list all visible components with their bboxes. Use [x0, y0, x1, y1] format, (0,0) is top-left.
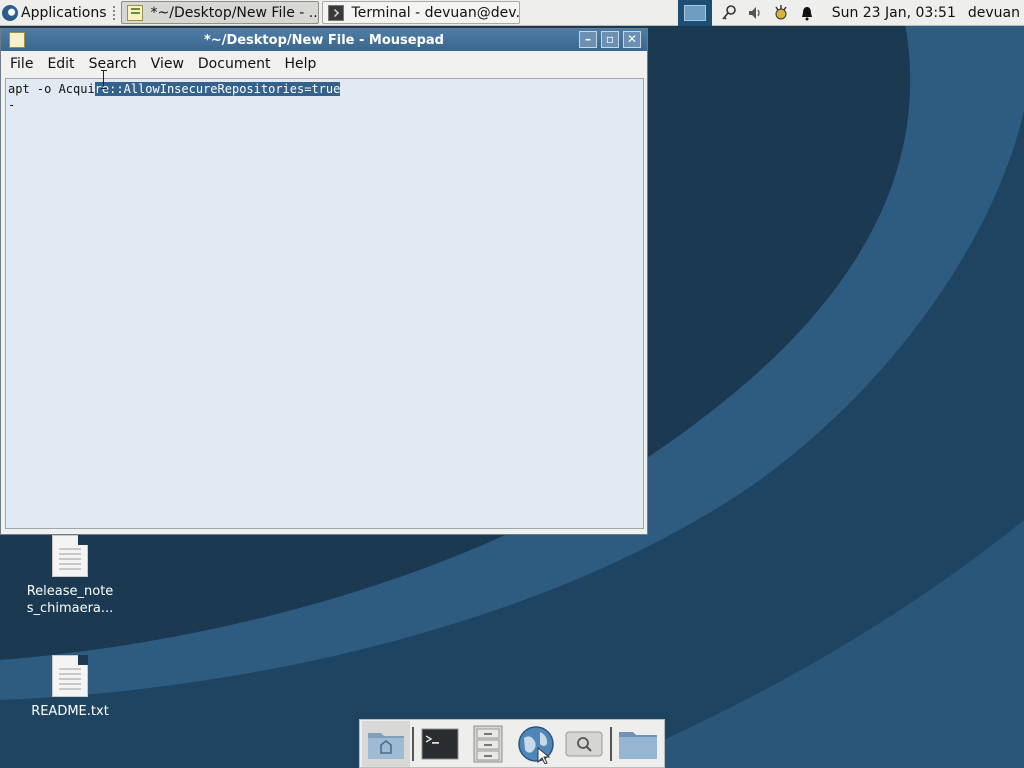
text-file-icon [52, 655, 88, 697]
desktop-icon-label: README.txt [31, 704, 109, 719]
menu-file[interactable]: File [3, 56, 40, 72]
selected-text: re::AllowInsecureRepositories=true [94, 82, 341, 96]
menu-edit[interactable]: Edit [40, 56, 81, 72]
magnifier-icon [565, 731, 603, 756]
desktop-icon-readme[interactable]: README.txt [20, 655, 120, 720]
menu-document[interactable]: Document [191, 56, 278, 72]
text-editor-area[interactable]: apt -o Acquire::AllowInsecureRepositorie… [5, 78, 644, 529]
home-folder-icon [368, 732, 404, 759]
menubar: File Edit Search View Document Help [1, 51, 647, 76]
workspace-1[interactable] [683, 4, 706, 21]
search-launcher[interactable] [560, 721, 608, 767]
devuan-logo-icon [2, 4, 18, 21]
updates-icon[interactable] [771, 3, 791, 23]
network-key-icon[interactable] [719, 3, 739, 23]
desktop-icon-label: Release_note s_chimaera... [26, 584, 114, 616]
applications-menu[interactable]: Applications [0, 0, 111, 26]
window-title: *~/Desktop/New File - Mousepad [204, 32, 444, 48]
home-folder-launcher[interactable] [362, 720, 410, 767]
text-file-icon [52, 535, 88, 577]
notifications-bell-icon[interactable] [797, 3, 817, 23]
terminal-icon [327, 4, 344, 21]
text-cursor-ibeam-icon [101, 70, 107, 89]
editor-line-2: - [8, 98, 16, 112]
editor-text: apt -o Acqui [8, 82, 95, 96]
applications-label: Applications [21, 4, 107, 21]
system-tray [712, 0, 824, 26]
taskbar-label: *~/Desktop/New File - ... [150, 4, 319, 21]
terminal-launcher[interactable] [416, 721, 464, 767]
menu-help[interactable]: Help [277, 56, 323, 72]
minimize-button[interactable]: – [579, 31, 597, 48]
workspace-switcher[interactable] [677, 0, 712, 26]
taskbar-label: Terminal - devuan@dev... [351, 4, 520, 21]
web-browser-launcher[interactable] [512, 721, 560, 767]
taskbar-button-mousepad[interactable]: *~/Desktop/New File - ... [120, 1, 319, 24]
file-cabinet-icon [473, 725, 503, 762]
dock-separator [610, 726, 612, 761]
clock[interactable]: Sun 23 Jan, 03:51 [832, 5, 956, 21]
globe-icon [518, 725, 554, 764]
folder-launcher[interactable] [614, 721, 662, 767]
close-button[interactable]: ✕ [623, 31, 641, 48]
panel-separator [112, 5, 119, 20]
volume-icon[interactable] [745, 3, 765, 23]
mousepad-window: *~/Desktop/New File - Mousepad – ▫ ✕ Fil… [0, 28, 648, 535]
user-menu[interactable]: devuan [968, 5, 1020, 21]
folder-icon [619, 731, 657, 759]
dock [359, 719, 665, 768]
dock-separator [412, 726, 414, 761]
menu-search[interactable]: Search [82, 56, 144, 72]
desktop-icon-release-notes[interactable]: Release_note s_chimaera... [20, 535, 120, 617]
mousepad-icon [126, 4, 143, 21]
window-titlebar[interactable]: *~/Desktop/New File - Mousepad – ▫ ✕ [1, 29, 647, 51]
file-cabinet-launcher[interactable] [464, 721, 512, 767]
menu-view[interactable]: View [144, 56, 191, 72]
top-panel: Applications *~/Desktop/New File - ... T… [0, 0, 1024, 26]
maximize-button[interactable]: ▫ [601, 31, 619, 48]
terminal-icon [421, 728, 459, 759]
taskbar-button-terminal[interactable]: Terminal - devuan@dev... [321, 1, 520, 24]
